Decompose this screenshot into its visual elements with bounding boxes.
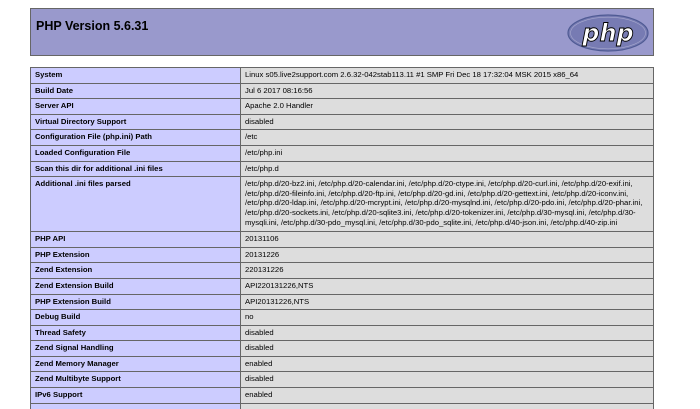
row-key: Loaded Configuration File [30,144,241,162]
row-key: Zend Extension [30,262,241,279]
php-logo-icon: php [567,14,649,52]
row-value: enabled [240,355,654,373]
row-value: enabled [240,387,654,404]
row-key: Zend Multibyte Support [30,371,241,389]
row-value: /etc/php.ini [240,144,654,162]
table-row: Zend Signal Handling disabled [30,340,654,357]
table-row: System Linux s05.live2support.com 2.6.32-… [30,67,654,84]
table-row: Additional .ini files parsed/etc/php.d/2… [30,176,654,233]
row-key: Configuration File (php.ini) Path [30,129,241,146]
row-key: Scan this dir for additional .ini files [30,160,241,178]
table-row: Zend Extension Build API220131226,NTS [30,277,654,295]
table-row: Zend Memory Manager enabled [30,355,654,373]
row-value: disabled [240,371,654,389]
row-key: PHP Extension [30,246,241,264]
row-value: /etc/php.d [240,160,654,178]
row-value: 20131106 [240,231,654,248]
row-value: /etc/php.d/20-bz2.ini, /etc/php.d/20-cal… [240,176,654,233]
row-key: PHP Extension Build [30,293,241,311]
row-key: Debug Build [30,309,241,326]
php-logo-text: php [581,19,633,47]
table-row: Build Date Jul 6 2017 08:16:56 [30,82,654,100]
row-key: Build Date [30,82,241,100]
phpinfo-page: PHP Version 5.6.31 php System Linux s05.l… [0,0,700,409]
table-row: Debug Build no [30,309,654,326]
table-row: Server API Apache 2.0 Handler [30,98,654,115]
row-value: /etc [240,129,654,146]
table-row: Configuration File (php.ini) Path/etc [30,129,654,146]
table-row: Virtual Directory Support disabled [30,113,654,131]
table-row: PHP Extension Build API20131226,NTS [30,293,654,311]
row-key: System [30,67,241,84]
table-row: Zend Multibyte Support disabled [30,371,654,389]
table-row: PHP Extension 20131226 [30,246,654,264]
row-key [30,402,241,409]
table-row: IPv6 Support enabled [30,387,654,404]
row-key: IPv6 Support [30,387,241,404]
row-key: Virtual Directory Support [30,113,241,131]
row-value: API220131226,NTS [240,277,654,295]
row-value: Apache 2.0 Handler [240,98,654,115]
table-row: Thread Safety disabled [30,324,654,342]
table-row [30,402,654,409]
row-value: 20131226 [240,246,654,264]
row-key: Zend Signal Handling [30,340,241,357]
row-value [240,402,654,409]
row-value: disabled [240,113,654,131]
page-title: PHP Version 5.6.31 [36,19,149,33]
version-header: PHP Version 5.6.31 php [30,8,654,56]
row-value: Linux s05.live2support.com 2.6.32-042sta… [240,67,654,84]
row-key: Additional .ini files parsed [30,176,241,233]
row-key: Thread Safety [30,324,241,342]
table-row: PHP API 20131106 [30,231,654,248]
row-value: 220131226 [240,262,654,279]
row-key: PHP API [30,231,241,248]
row-key: Zend Extension Build [30,277,241,295]
row-key: Server API [30,98,241,115]
table-row: Loaded Configuration File/etc/php.ini [30,144,654,162]
row-value: no [240,309,654,326]
row-value: API20131226,NTS [240,293,654,311]
table-row: Zend Extension 220131226 [30,262,654,279]
info-table: System Linux s05.live2support.com 2.6.32-… [30,67,654,409]
table-row: Scan this dir for additional .ini files /… [30,160,654,178]
row-value: Jul 6 2017 08:16:56 [240,82,654,100]
row-value: disabled [240,324,654,342]
row-value: disabled [240,340,654,357]
row-key: Zend Memory Manager [30,355,241,373]
